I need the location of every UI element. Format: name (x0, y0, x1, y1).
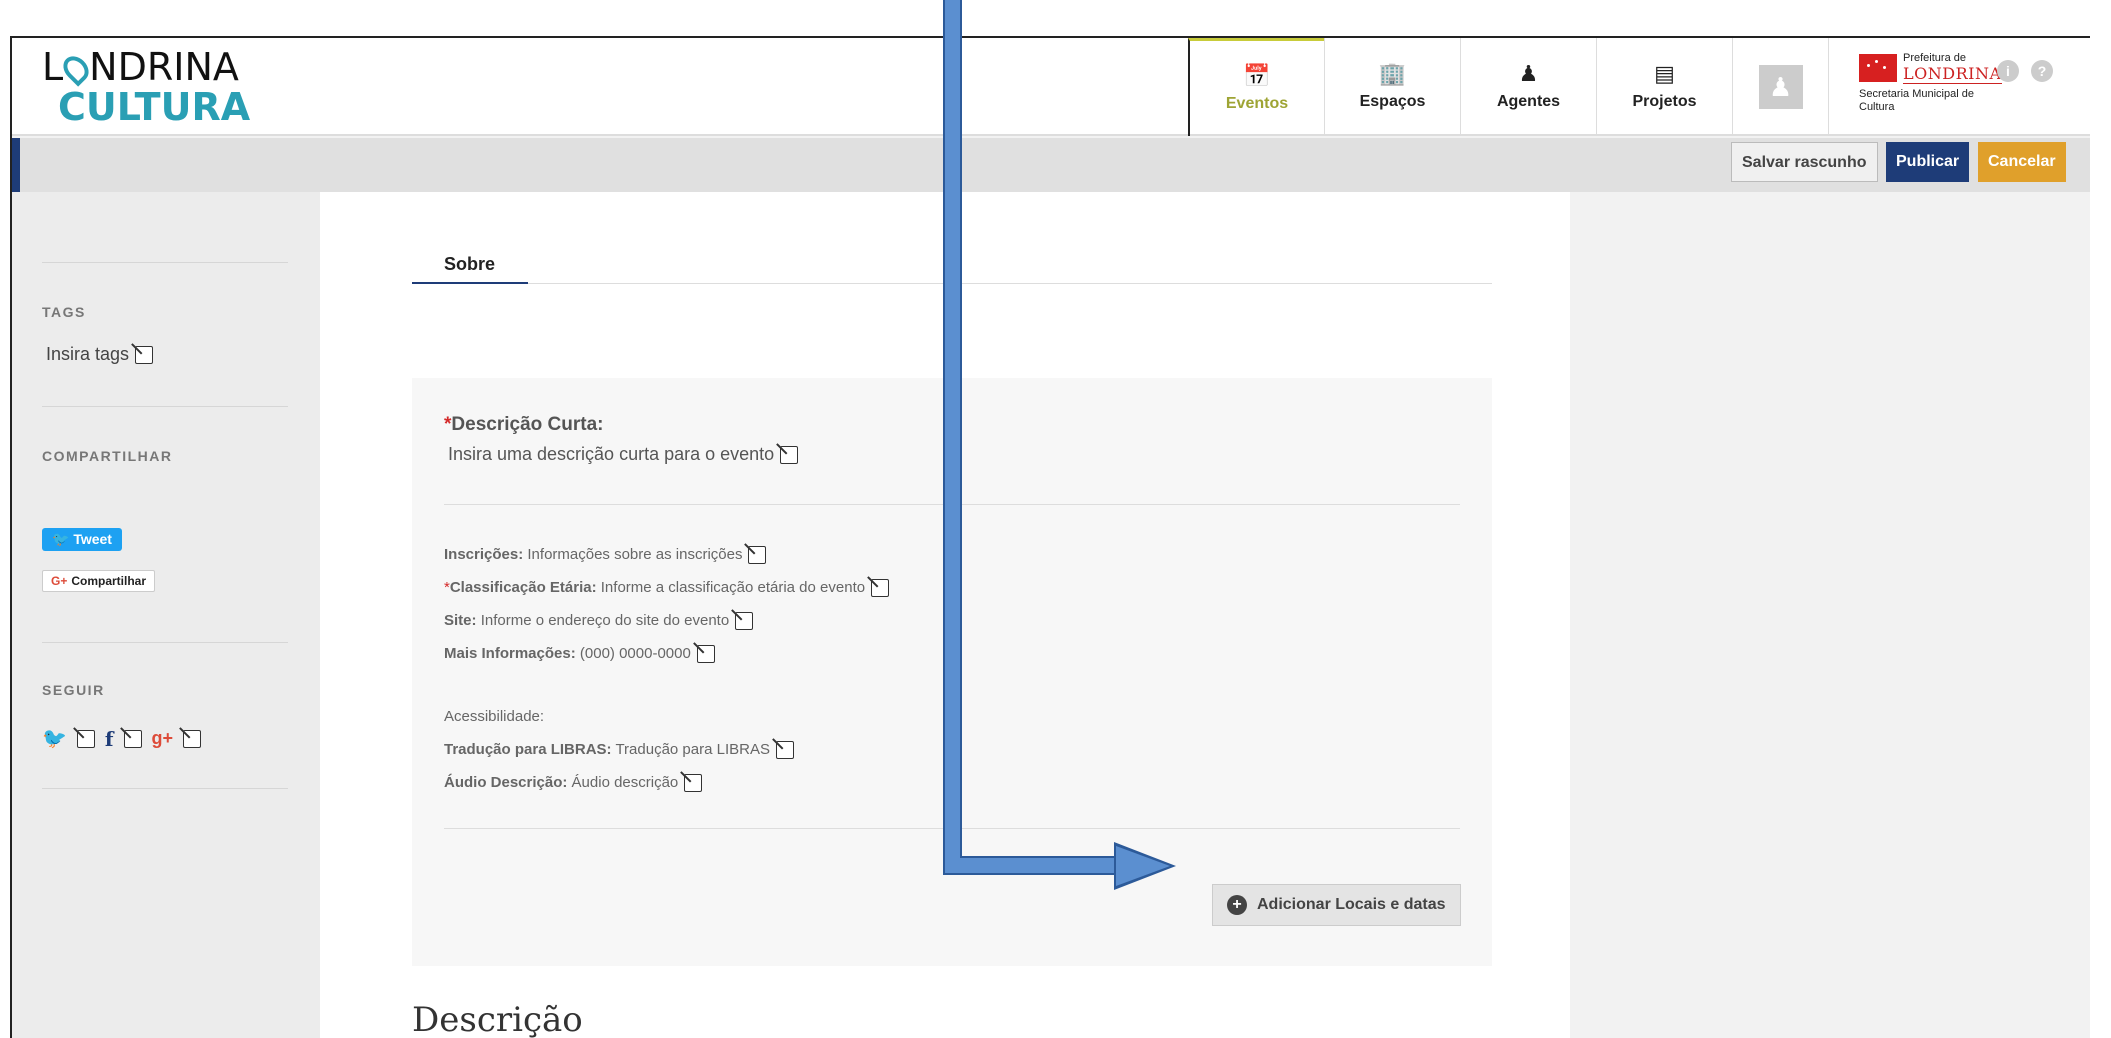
follow-links: 🐦 f g+ (42, 726, 202, 751)
prefeitura-city: LONDRINA (1903, 64, 2002, 84)
label-text: Descrição Curta: (451, 414, 604, 435)
publish-button[interactable]: Publicar (1886, 142, 1970, 182)
mais-informacoes-value: (000) 0000-0000 (579, 645, 691, 662)
site-row[interactable]: Site: Informe o endereço do site do even… (444, 612, 754, 631)
share-heading: COMPARTILHAR (42, 448, 173, 464)
inscricoes-value: Informações sobre as inscrições (527, 546, 743, 563)
divider (42, 406, 288, 407)
site-label: Site: (444, 612, 477, 629)
nav-label: Agentes (1496, 93, 1561, 110)
logo-text-end: NDRINA (89, 45, 239, 89)
site-value: Informe o endereço do site do evento (480, 612, 730, 629)
inscricoes-row[interactable]: Inscrições: Informações sobre as inscriç… (444, 546, 767, 565)
plus-circle-icon: + (1227, 895, 1247, 915)
calendar-icon: 📅 (1243, 62, 1271, 88)
edit-icon[interactable] (696, 645, 715, 664)
building-icon: 🏢 (1378, 61, 1407, 86)
acessibilidade-label: Acessibilidade: (444, 708, 545, 725)
toolbar-accent (12, 138, 20, 192)
prefeitura-label: Prefeitura de (1903, 52, 1966, 64)
short-description-field[interactable]: Insira uma descrição curta para o evento (448, 444, 799, 465)
google-plus-icon: G+ (51, 574, 68, 588)
edit-icon[interactable] (123, 729, 142, 748)
audio-descricao-row[interactable]: Áudio Descrição: Áudio descrição (444, 774, 703, 793)
libras-value: Tradução para LIBRAS (615, 741, 770, 758)
classificacao-label: Classificação Etária: (449, 579, 597, 596)
tags-heading: TAGS (42, 304, 86, 320)
logo-subtitle: CULTURA (58, 85, 251, 129)
gplus-share-button[interactable]: G+ Compartilhar (42, 570, 156, 592)
add-locations-dates-button[interactable]: + Adicionar Locais e datas (1212, 884, 1461, 926)
londrina-cultura-logo[interactable]: L NDRINA CULTURA (42, 48, 250, 126)
edit-icon[interactable] (183, 729, 202, 748)
audio-descricao-label: Áudio Descrição: (444, 774, 568, 791)
classificacao-value: Informe a classificação etária do evento (600, 579, 866, 596)
edit-icon[interactable] (684, 774, 703, 793)
tweet-label: Tweet (73, 531, 112, 547)
nav-label: Espaços (1359, 93, 1426, 110)
tags-field[interactable]: Insira tags (46, 344, 154, 365)
follow-heading: SEGUIR (42, 682, 105, 698)
tweet-button[interactable]: 🐦 Tweet (42, 528, 122, 551)
main-nav: 📅 Eventos 🏢 Espaços ♟ Agentes ▤ Projetos… (1188, 38, 2090, 136)
facebook-icon[interactable]: f (105, 727, 114, 751)
annotation-arrow-joint (945, 856, 960, 873)
edit-icon[interactable] (735, 612, 754, 631)
nav-agentes[interactable]: ♟ Agentes (1460, 38, 1596, 136)
field-placeholder: Insira uma descrição curta para o evento (448, 444, 775, 464)
divider (42, 642, 288, 643)
audio-descricao-value: Áudio descrição (571, 774, 679, 791)
mais-informacoes-label: Mais Informações: (444, 645, 576, 662)
libras-row[interactable]: Tradução para LIBRAS: Tradução para LIBR… (444, 741, 794, 760)
document-icon: ▤ (1654, 61, 1675, 86)
prefeitura-londrina-logo[interactable]: Prefeitura de LONDRINA Secretaria Munici… (1828, 38, 2090, 136)
avatar-icon: ♟ (1758, 65, 1803, 109)
edit-icon[interactable] (775, 741, 794, 760)
person-icon: ♟ (1518, 61, 1539, 86)
help-icon[interactable]: ? (2031, 60, 2053, 82)
inscricoes-label: Inscrições: (444, 546, 524, 563)
nav-projetos[interactable]: ▤ Projetos (1596, 38, 1732, 136)
sidebar: TAGS Insira tags COMPARTILHAR 🐦 Tweet G+… (12, 192, 320, 1038)
edit-icon[interactable] (780, 446, 799, 465)
tags-placeholder: Insira tags (46, 344, 130, 364)
edit-icon[interactable] (871, 579, 890, 598)
edit-icon[interactable] (135, 346, 154, 365)
logo-text-start: L (42, 45, 64, 89)
libras-label: Tradução para LIBRAS: (444, 741, 612, 758)
londrina-flag-icon (1859, 54, 1897, 82)
info-icon[interactable]: i (1997, 60, 2019, 82)
nav-label: Eventos (1225, 94, 1289, 112)
mais-informacoes-row[interactable]: Mais Informações: (000) 0000-0000 (444, 645, 715, 664)
edit-icon[interactable] (748, 546, 767, 565)
nav-label: Projetos (1632, 93, 1697, 110)
twitter-icon: 🐦 (52, 531, 74, 547)
save-draft-button[interactable]: Salvar rascunho (1731, 142, 1878, 182)
gplus-label: Compartilhar (71, 574, 147, 588)
annotation-arrow-horizontal (943, 856, 1116, 875)
classificacao-row[interactable]: *Classificação Etária: Informe a classif… (444, 579, 890, 598)
secretaria-label: Secretaria Municipal de Cultura (1859, 88, 1974, 114)
nav-eventos[interactable]: 📅 Eventos (1188, 38, 1324, 136)
divider (42, 262, 288, 263)
annotation-arrow-shaft (943, 0, 962, 875)
short-description-label: *Descrição Curta: (444, 414, 603, 436)
browser-page: L NDRINA CULTURA 📅 Eventos 🏢 Espaços ♟ Ag… (10, 36, 2090, 1038)
cancel-button[interactable]: Cancelar (1978, 142, 2066, 182)
twitter-icon[interactable]: 🐦 (42, 726, 67, 751)
edit-icon[interactable] (76, 729, 95, 748)
divider (42, 788, 288, 789)
tab-sobre[interactable]: Sobre (412, 242, 528, 284)
edit-toolbar: Salvar rascunho Publicar Cancelar (12, 138, 2090, 192)
nav-espacos[interactable]: 🏢 Espaços (1324, 38, 1460, 136)
description-heading: Descrição (412, 1000, 583, 1038)
add-button-label: Adicionar Locais e datas (1257, 896, 1446, 913)
annotation-arrow-head-fill (1116, 846, 1170, 886)
site-header: L NDRINA CULTURA 📅 Eventos 🏢 Espaços ♟ Ag… (12, 38, 2090, 136)
google-plus-icon[interactable]: g+ (152, 728, 174, 749)
user-avatar-slot[interactable]: ♟ (1732, 38, 1828, 136)
